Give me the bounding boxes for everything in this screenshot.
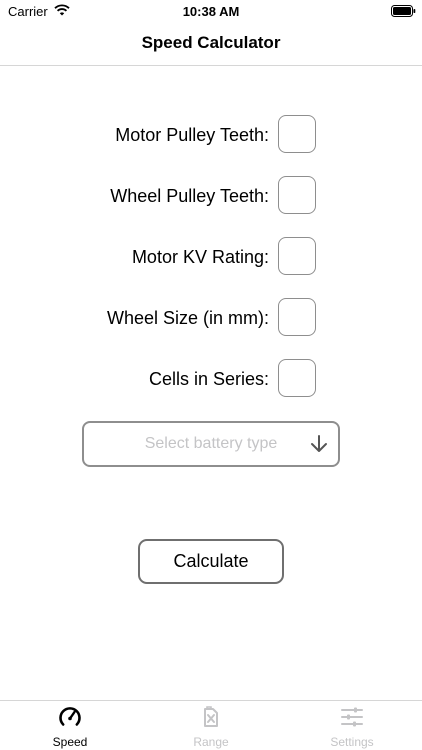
motor-pulley-teeth-label: Motor Pulley Teeth: <box>115 125 269 145</box>
motor-kv-rating-input[interactable] <box>278 237 316 275</box>
arrow-down-icon <box>310 434 328 459</box>
battery-type-select[interactable]: Select battery type <box>82 421 340 467</box>
cells-in-series-input[interactable] <box>278 359 316 397</box>
status-time: 10:38 AM <box>182 4 240 19</box>
page-title: Speed Calculator <box>141 33 281 52</box>
speedometer-icon <box>58 705 82 734</box>
form-row-wheel-pulley-teeth: Wheel Pulley Teeth: <box>0 176 422 218</box>
wheel-pulley-teeth-label: Wheel Pulley Teeth: <box>110 186 269 206</box>
tab-bar-divider <box>0 700 422 701</box>
nav-divider <box>0 65 422 66</box>
tab-range[interactable]: Range <box>141 705 281 750</box>
tab-speed-label: Speed <box>52 735 88 749</box>
motor-pulley-teeth-input[interactable] <box>278 115 316 153</box>
motor-kv-rating-label: Motor KV Rating: <box>131 247 269 267</box>
cells-in-series-label: Cells in Series: <box>148 369 269 389</box>
tab-settings[interactable]: Settings <box>282 705 422 750</box>
battery-type-placeholder: Select battery type <box>144 435 278 452</box>
form-row-cells-in-series: Cells in Series: <box>0 359 422 401</box>
form-row-motor-kv-rating: Motor KV Rating: <box>0 237 422 279</box>
form-row-wheel-size: Wheel Size (in mm): <box>0 298 422 340</box>
tab-range-label: Range <box>193 735 229 749</box>
tab-settings-label: Settings <box>330 735 374 749</box>
form-row-motor-pulley-teeth: Motor Pulley Teeth: <box>0 115 422 157</box>
fuel-can-icon <box>199 705 223 734</box>
wheel-size-input[interactable] <box>278 298 316 336</box>
tab-speed[interactable]: Speed <box>0 705 140 750</box>
wheel-size-label: Wheel Size (in mm): <box>106 308 269 328</box>
status-bar: Carrier 10:38 AM <box>0 0 422 24</box>
sliders-icon <box>340 705 364 734</box>
wheel-pulley-teeth-input[interactable] <box>278 176 316 214</box>
calculate-button[interactable]: Calculate <box>138 539 284 584</box>
battery-icon <box>391 5 416 20</box>
